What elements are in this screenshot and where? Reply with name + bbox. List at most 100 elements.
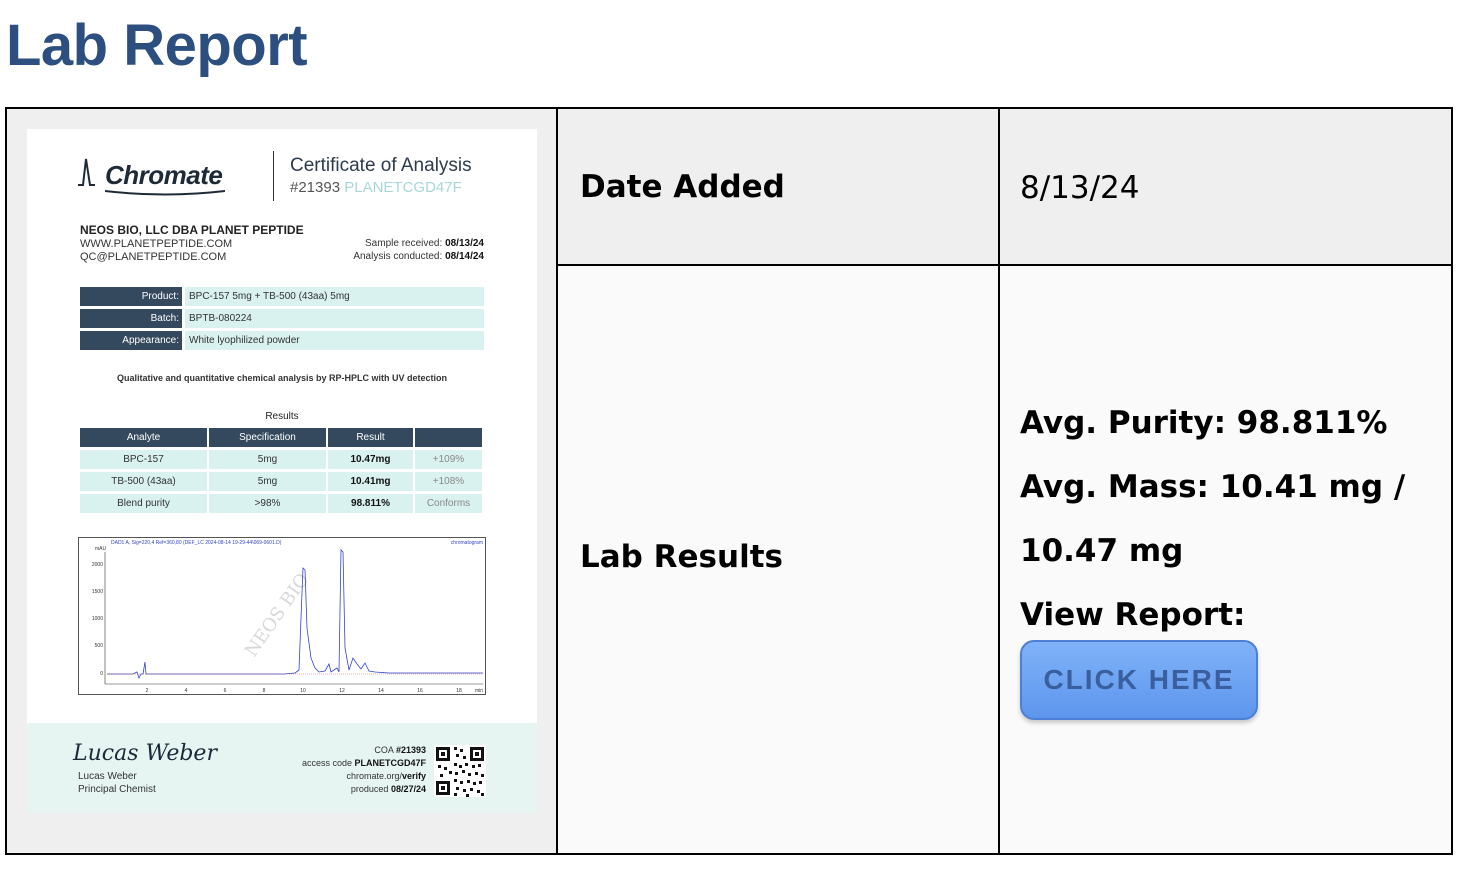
y-tick: 1000 [92,616,103,622]
signer-title: Principal Chemist [78,784,156,795]
date-added-label-cell: Date Added [558,109,1000,266]
table-row: Blend purity >98% 98.811% Conforms [80,494,484,513]
table-row: TB-500 (43aa) 5mg 10.41mg +108% [80,472,484,491]
coa-code: PLANETCGD47F [344,179,462,196]
footer-coa-number: COA #21393 [374,745,426,755]
info-value: BPTB-080224 [185,309,484,328]
chromate-logo-icon [78,158,95,186]
results-cell: 5mg [209,450,326,469]
results-table: Analyte Specification Result BPC-157 5mg… [80,428,484,516]
info-row-product: Product: BPC-157 5mg + TB-500 (43aa) 5mg [80,287,484,306]
footer-produced-date: 08/27/24 [390,784,426,794]
sample-received-date: 08/13/24 [445,238,484,249]
info-key: Batch: [80,309,182,328]
x-unit: min [475,688,483,694]
date-added-label: Date Added [580,169,785,205]
results-header-cell: Result [328,428,413,447]
avg-purity: Avg. Purity: 98.811% [1020,405,1388,441]
results-header-cell [415,428,482,447]
signer-name: Lucas Weber [78,771,137,782]
date-added-value: 8/13/24 [1020,170,1140,206]
y-unit: mAU [95,546,107,552]
lab-results-value-cell: Avg. Purity: 98.811% Avg. Mass: 10.41 mg… [1000,266,1451,853]
x-tick: 8 [263,688,266,694]
results-title: Results [265,411,299,422]
view-report-label: View Report: [1020,597,1246,633]
x-tick: 2 [146,688,149,694]
chromatogram-brand: chromatogram [451,540,483,546]
footer-coa-value: #21393 [395,745,426,755]
x-tick: 6 [224,688,227,694]
chromatogram-plot: DAD1 A, Sig=220,4 Ref=360,80 (DEF_LC 202… [78,537,486,695]
x-tick: 4 [185,688,188,694]
lab-results-summary: Avg. Purity: 98.811% Avg. Mass: 10.41 mg… [1020,391,1440,647]
chromatogram-header: DAD1 A, Sig=220,4 Ref=360,80 (DEF_LC 202… [111,540,282,546]
results-header-row: Analyte Specification Result [80,428,484,447]
certificate-of-analysis[interactable]: Chromate Certificate of Analysis #21393 … [27,129,537,813]
page-title: Lab Report [6,13,308,78]
chromate-logo: Chromate [77,153,227,196]
logo-text: Chromate [105,160,223,190]
footer-access-label: access code [301,758,352,768]
footer-coa-label: COA [374,745,394,755]
x-tick: 12 [339,688,345,694]
client-email: QC@PLANETPEPTIDE.COM [80,251,227,263]
chromatogram-svg: DAD1 A, Sig=220,4 Ref=360,80 (DEF_LC 202… [92,540,483,694]
analysis-method: Qualitative and quantitative chemical an… [116,373,448,383]
results-cell: 5mg [209,472,326,491]
y-tick: 500 [95,643,104,649]
y-tick: 2000 [92,562,103,568]
footer-produced: produced 08/27/24 [351,784,426,794]
coa-number-value: #21393 [290,179,341,196]
info-value: White lyophilized powder [185,331,484,350]
avg-mass-line-2: 10.47 mg [1020,533,1184,569]
results-cell: >98% [209,494,326,513]
results-cell: Conforms [415,494,482,513]
analysis-conducted: Analysis conducted: 08/14/24 [353,251,484,262]
info-row-appearance: Appearance: White lyophilized powder [80,331,484,350]
results-cell: Blend purity [80,494,207,513]
footer-verify-prefix: chromate.org/ [346,771,402,781]
signature: Lucas Weber [73,741,217,766]
view-report-button[interactable]: CLICK HERE [1020,640,1258,720]
info-value: BPC-157 5mg + TB-500 (43aa) 5mg [185,287,484,306]
footer-verify-link[interactable]: chromate.org/verify [346,771,426,781]
sample-received-label: Sample received: [365,238,443,249]
x-tick: 10 [300,688,306,694]
results-cell: 10.47mg [328,450,413,469]
coa-cell: Chromate Certificate of Analysis #21393 … [7,109,558,853]
results-cell: 98.811% [328,494,413,513]
coa-footer: Lucas Weber Lucas Weber Principal Chemis… [27,723,537,813]
analysis-conducted-date: 08/14/24 [445,251,484,262]
results-cell: +109% [415,450,482,469]
analysis-conducted-label: Analysis conducted: [353,251,443,262]
x-tick: 16 [417,688,423,694]
chromatogram-trace [107,549,483,680]
lab-results-label-cell: Lab Results [558,266,1000,853]
results-cell: 10.41mg [328,472,413,491]
client-website: WWW.PLANETPEPTIDE.COM [80,238,233,250]
results-cell: TB-500 (43aa) [80,472,207,491]
client-company: NEOS BIO, LLC DBA PLANET PEPTIDE [80,223,304,237]
footer-verify-path: verify [401,771,426,781]
lab-results-label: Lab Results [580,539,783,575]
sample-received: Sample received: 08/13/24 [365,238,484,249]
x-tick: 14 [378,688,384,694]
avg-mass-line-1: Avg. Mass: 10.41 mg / [1020,469,1406,505]
info-key: Product: [80,287,182,306]
results-header-cell: Analyte [80,428,207,447]
footer-produced-label: produced [350,784,389,794]
results-cell: BPC-157 [80,450,207,469]
coa-number: #21393 PLANETCGD47F [290,179,462,196]
lab-report-table: Chromate Certificate of Analysis #21393 … [5,107,1453,855]
logo-divider [273,151,274,201]
y-tick: 1500 [92,589,103,595]
y-tick: 0 [100,671,103,677]
x-tick: 18 [456,688,462,694]
table-row: BPC-157 5mg 10.47mg +109% [80,450,484,469]
results-header-cell: Specification [209,428,326,447]
qr-code-icon [434,745,486,797]
results-cell: +108% [415,472,482,491]
info-key: Appearance: [80,331,182,350]
footer-access-code: access code PLANETCGD47F [302,758,426,768]
